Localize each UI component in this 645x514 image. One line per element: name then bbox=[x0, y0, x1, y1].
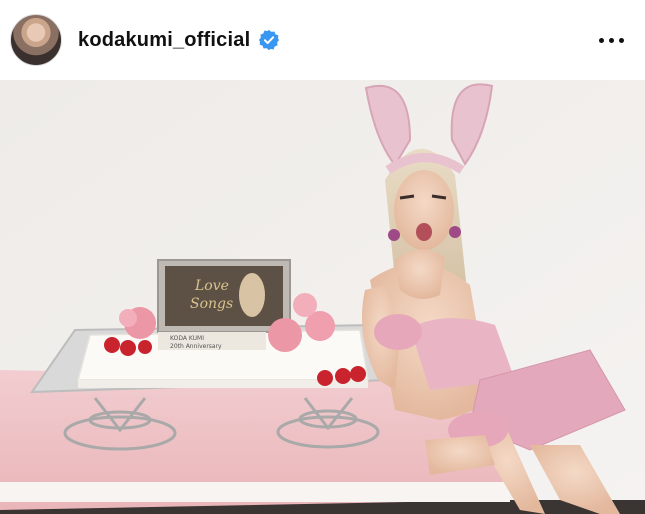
dot-icon bbox=[618, 37, 624, 43]
instagram-post: kodakumi_official Love Songs KODA KUMI 2… bbox=[0, 0, 645, 514]
plaque-script-songs: Songs bbox=[190, 296, 233, 312]
username[interactable]: kodakumi_official bbox=[78, 29, 250, 52]
verified-badge-icon bbox=[259, 29, 280, 51]
post-header: kodakumi_official bbox=[0, 0, 645, 80]
table-edge bbox=[0, 482, 510, 502]
dot-icon bbox=[608, 37, 614, 43]
avatar[interactable] bbox=[10, 14, 62, 66]
photo-illustration: Love Songs KODA KUMI 20th Anniversary bbox=[0, 80, 645, 514]
plaque-anniversary: 20th Anniversary bbox=[170, 343, 222, 350]
post-photo[interactable]: Love Songs KODA KUMI 20th Anniversary bbox=[0, 80, 645, 514]
plaque-name: KODA KUMI bbox=[170, 335, 204, 342]
plaque-script-love: Love bbox=[194, 278, 229, 294]
dot-icon bbox=[598, 37, 604, 43]
more-options-button[interactable] bbox=[591, 25, 631, 55]
